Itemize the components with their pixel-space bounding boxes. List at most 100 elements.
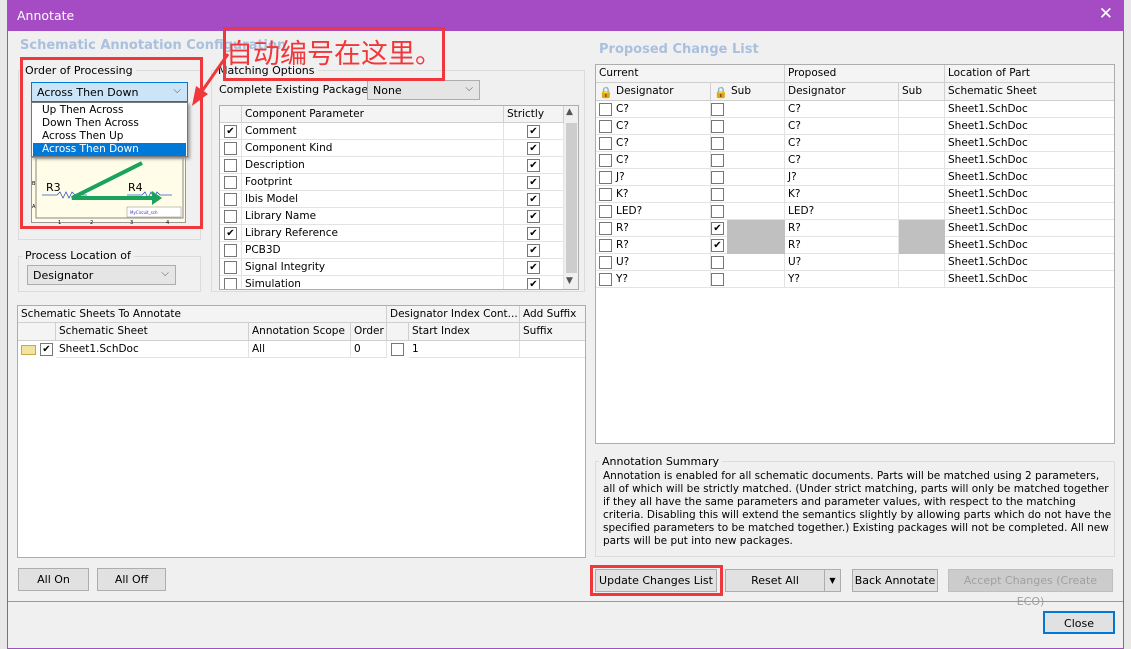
scroll-down-icon[interactable]: ▼ [566, 276, 573, 286]
designator-lock-checkbox[interactable] [599, 171, 612, 184]
current-designator: R? [596, 220, 711, 237]
strict-checkbox[interactable]: ✔ [527, 210, 540, 223]
group-header-suffix: Add Suffix [520, 306, 585, 323]
lock-icon[interactable]: 🔒 [599, 86, 613, 99]
schematic-sheet: Sheet1.SchDoc [945, 152, 1114, 169]
order-option[interactable]: Down Then Across [33, 117, 186, 130]
scroll-up-icon[interactable]: ▲ [566, 107, 573, 117]
strict-checkbox[interactable]: ✔ [527, 227, 540, 240]
proposed-sub [899, 135, 945, 152]
sub-lock-checkbox[interactable]: ✔ [711, 222, 724, 235]
param-checkbox[interactable] [224, 261, 237, 274]
sub-lock-checkbox[interactable]: ✔ [711, 239, 724, 252]
column-header[interactable]: Schematic Sheet [56, 323, 249, 341]
param-checkbox[interactable]: ✔ [224, 227, 237, 240]
strict-checkbox[interactable]: ✔ [527, 125, 540, 138]
param-checkbox[interactable] [224, 193, 237, 206]
sub-lock-checkbox[interactable] [711, 256, 724, 269]
column-header[interactable]: Start Index [409, 323, 520, 341]
close-button[interactable]: Close [1043, 611, 1115, 634]
sub-lock-checkbox[interactable] [711, 205, 724, 218]
param-name: Library Name [242, 208, 504, 225]
param-checkbox[interactable] [224, 176, 237, 189]
header-component-parameter[interactable]: Component Parameter [242, 106, 504, 123]
designator-lock-checkbox[interactable] [599, 256, 612, 269]
sub-disabled-cell [727, 237, 785, 254]
accept-changes-button[interactable]: Accept Changes (Create ECO) [948, 569, 1113, 608]
sub-lock-checkbox[interactable] [711, 171, 724, 184]
all-off-button[interactable]: All Off [97, 568, 166, 591]
location-value: Designator [33, 269, 94, 282]
current-designator: R? [596, 237, 711, 254]
order-option[interactable]: Up Then Across [33, 104, 186, 117]
column-header[interactable]: Suffix [520, 323, 585, 341]
sheet-order[interactable]: 0 [351, 341, 387, 358]
schematic-sheet: Sheet1.SchDoc [945, 203, 1114, 220]
sub-lock-checkbox[interactable] [711, 120, 724, 133]
param-checkbox[interactable] [224, 159, 237, 172]
designator-lock-checkbox[interactable] [599, 154, 612, 167]
column-header[interactable]: Sub [899, 83, 945, 101]
complete-packages-select[interactable]: None ⌵ [367, 80, 480, 100]
param-checkbox[interactable] [224, 278, 237, 289]
param-checkbox[interactable] [224, 142, 237, 155]
param-name: Footprint [242, 174, 504, 191]
designator-lock-checkbox[interactable] [599, 273, 612, 286]
order-option[interactable]: Across Then Down [33, 143, 186, 156]
suffix[interactable] [520, 341, 585, 358]
header-strictly[interactable]: Strictly [504, 106, 564, 123]
lock-icon[interactable]: 🔒 [714, 86, 728, 99]
param-checkbox[interactable]: ✔ [224, 125, 237, 138]
designator-lock-checkbox[interactable] [599, 239, 612, 252]
column-header[interactable]: Designator [596, 83, 711, 101]
strict-checkbox[interactable]: ✔ [527, 278, 540, 289]
proposed-sub-disabled-cell [899, 237, 945, 254]
column-header[interactable]: Designator [785, 83, 899, 101]
proposed-designator: K? [785, 186, 899, 203]
order-option[interactable]: Across Then Up [33, 130, 186, 143]
start-index[interactable]: 1 [409, 341, 520, 358]
designator-lock-checkbox[interactable] [599, 205, 612, 218]
designator-lock-checkbox[interactable] [599, 137, 612, 150]
location-label: Process Location of [22, 249, 134, 262]
sub-lock-checkbox[interactable] [711, 188, 724, 201]
current-designator: J? [596, 169, 711, 186]
start-index-checkbox[interactable] [391, 343, 404, 356]
designator-lock-checkbox[interactable] [599, 120, 612, 133]
strict-checkbox[interactable]: ✔ [527, 176, 540, 189]
chevron-down-icon: ⌵ [465, 83, 473, 94]
proposed-designator: R? [785, 237, 899, 254]
column-header[interactable]: Order [351, 323, 387, 341]
sub-lock-checkbox[interactable] [711, 273, 724, 286]
close-icon[interactable]: ✕ [1099, 4, 1113, 24]
scrollbar-thumb[interactable] [566, 123, 577, 273]
proposed-designator: J? [785, 169, 899, 186]
schematic-sheet: Sheet1.SchDoc [945, 237, 1114, 254]
reset-all-button[interactable]: Reset All [725, 569, 825, 592]
param-name: Signal Integrity [242, 259, 504, 276]
strict-checkbox[interactable]: ✔ [527, 159, 540, 172]
sub-lock-checkbox[interactable] [711, 137, 724, 150]
annotation-scope[interactable]: All [249, 341, 351, 358]
strict-checkbox[interactable]: ✔ [527, 193, 540, 206]
designator-lock-checkbox[interactable] [599, 188, 612, 201]
column-header[interactable]: Schematic Sheet [945, 83, 1114, 101]
param-checkbox[interactable] [224, 244, 237, 257]
strict-checkbox[interactable]: ✔ [527, 244, 540, 257]
annotate-dialog: Annotate ✕ Schematic Annotation Configura… [7, 0, 1124, 649]
designator-lock-checkbox[interactable] [599, 222, 612, 235]
column-header[interactable]: Annotation Scope [249, 323, 351, 341]
sub-lock-checkbox[interactable] [711, 154, 724, 167]
current-designator: K? [596, 186, 711, 203]
back-annotate-button[interactable]: Back Annotate [852, 569, 938, 592]
strict-checkbox[interactable]: ✔ [527, 142, 540, 155]
strict-checkbox[interactable]: ✔ [527, 261, 540, 274]
designator-lock-checkbox[interactable] [599, 103, 612, 116]
sub-lock-checkbox[interactable] [711, 103, 724, 116]
location-select[interactable]: Designator ⌵ [27, 265, 176, 285]
all-on-button[interactable]: All On [18, 568, 89, 591]
param-checkbox[interactable] [224, 210, 237, 223]
sheet-checkbox[interactable]: ✔ [40, 343, 53, 356]
reset-dropdown-arrow-icon[interactable]: ▼ [824, 569, 841, 592]
current-designator: Y? [596, 271, 711, 288]
